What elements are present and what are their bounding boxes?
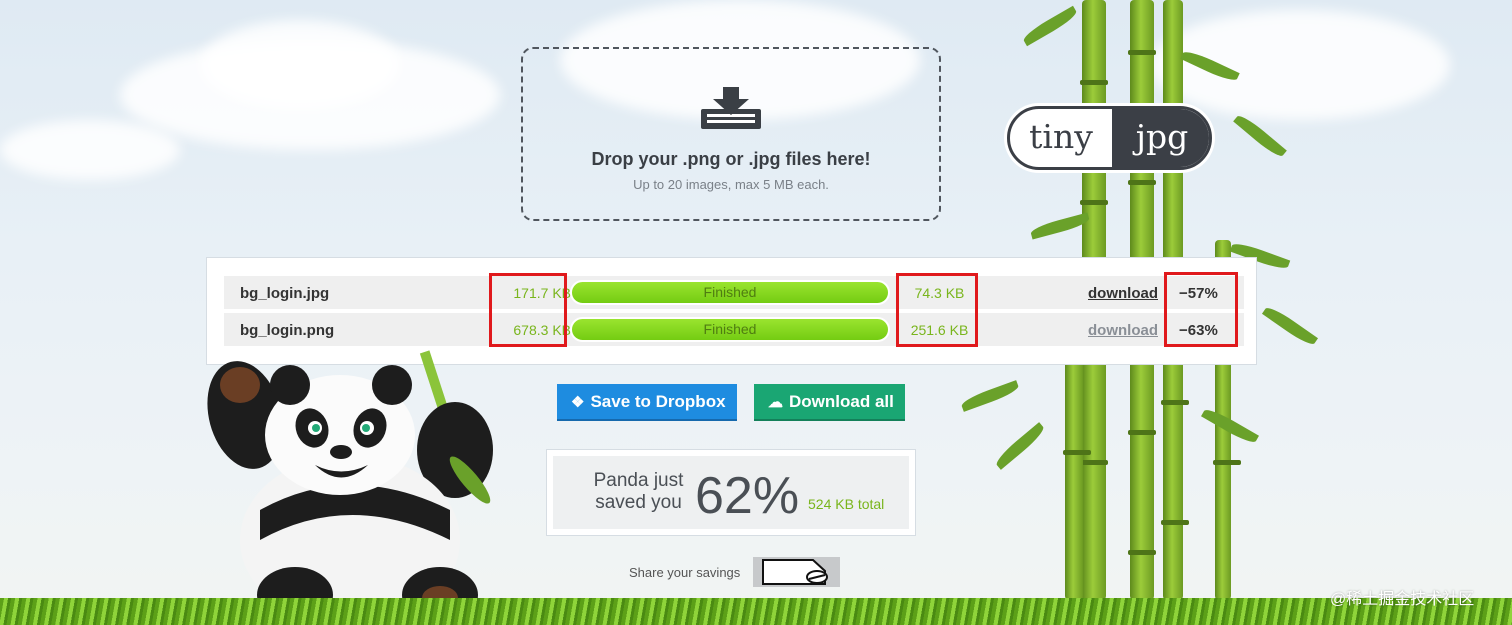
cloud	[200, 20, 400, 110]
cloud-download-icon: ☁	[768, 394, 783, 411]
save-to-dropbox-button[interactable]: ❖ Save to Dropbox	[557, 384, 737, 421]
highlight-compressed-sizes	[896, 273, 978, 347]
savings-label: Panda just saved you	[593, 470, 684, 513]
download-all-button[interactable]: ☁ Download all	[754, 384, 905, 421]
file-name: bg_login.jpg	[240, 285, 330, 302]
file-name: bg_login.png	[240, 322, 335, 339]
highlight-savings-percent	[1164, 272, 1238, 347]
share-twitter-button[interactable]	[753, 557, 840, 587]
download-link[interactable]: download	[1088, 285, 1158, 302]
logo-text-right: jpg	[1112, 109, 1209, 167]
progress-status: Finished	[703, 284, 757, 300]
dropbox-button-label: Save to Dropbox	[590, 392, 726, 411]
progress-bar: Finished	[570, 317, 890, 342]
grass-decoration	[0, 598, 1512, 625]
drop-zone-title: Drop your .png or .jpg files here!	[591, 149, 871, 169]
share-label: Share your savings	[629, 565, 741, 580]
highlight-original-sizes	[489, 273, 567, 347]
watermark: @稀土掘金技术社区	[1330, 591, 1475, 608]
table-row: bg_login.jpg 171.7 KB Finished 74.3 KB d…	[224, 276, 1244, 309]
tinyjpg-logo[interactable]: tiny jpg	[1007, 106, 1212, 170]
download-all-label: Download all	[789, 392, 894, 411]
panda-mascot	[207, 350, 493, 625]
logo-text-left: tiny	[1029, 117, 1093, 156]
savings-percent-total: 62%	[695, 467, 800, 525]
savings-total-size: 524 KB total	[808, 496, 885, 512]
file-drop-zone[interactable]: Drop your .png or .jpg files here! Up to…	[521, 47, 941, 221]
savings-summary: Panda just saved you 62% 524 KB total	[546, 449, 916, 536]
download-link[interactable]: download	[1088, 322, 1158, 339]
download-tray-icon	[701, 87, 761, 129]
twitter-icon	[762, 559, 828, 585]
progress-status: Finished	[703, 321, 757, 337]
cloud	[0, 120, 180, 180]
progress-bar: Finished	[570, 280, 890, 305]
drop-zone-subtitle: Up to 20 images, max 5 MB each.	[633, 177, 829, 192]
dropbox-icon: ❖	[571, 394, 585, 411]
